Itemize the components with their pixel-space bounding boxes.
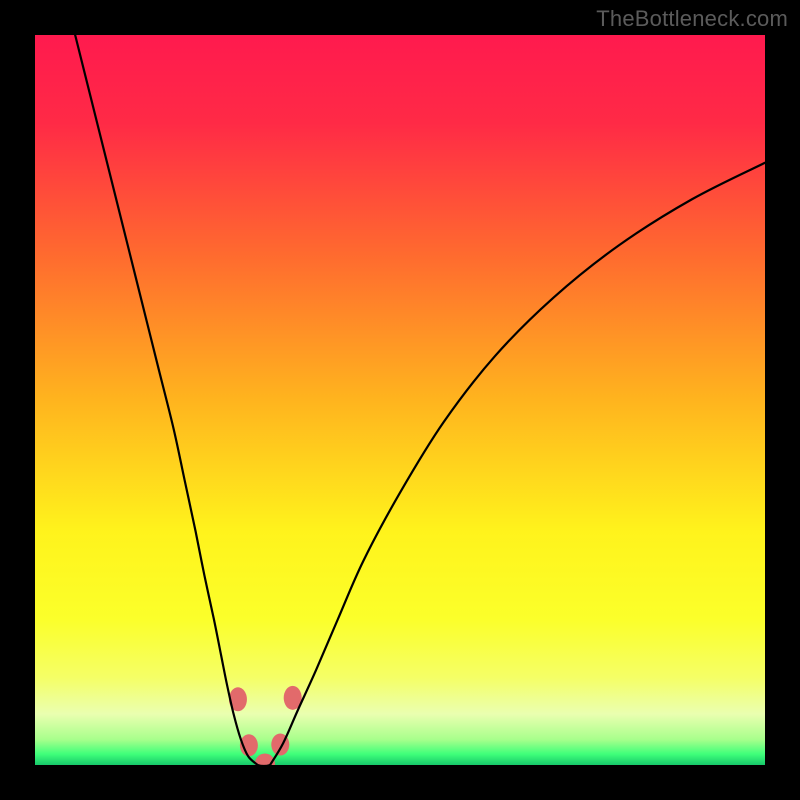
plot-background-gradient xyxy=(35,35,765,765)
chart-frame: TheBottleneck.com xyxy=(0,0,800,800)
plot-area xyxy=(35,35,765,765)
watermark-text: TheBottleneck.com xyxy=(596,6,788,32)
